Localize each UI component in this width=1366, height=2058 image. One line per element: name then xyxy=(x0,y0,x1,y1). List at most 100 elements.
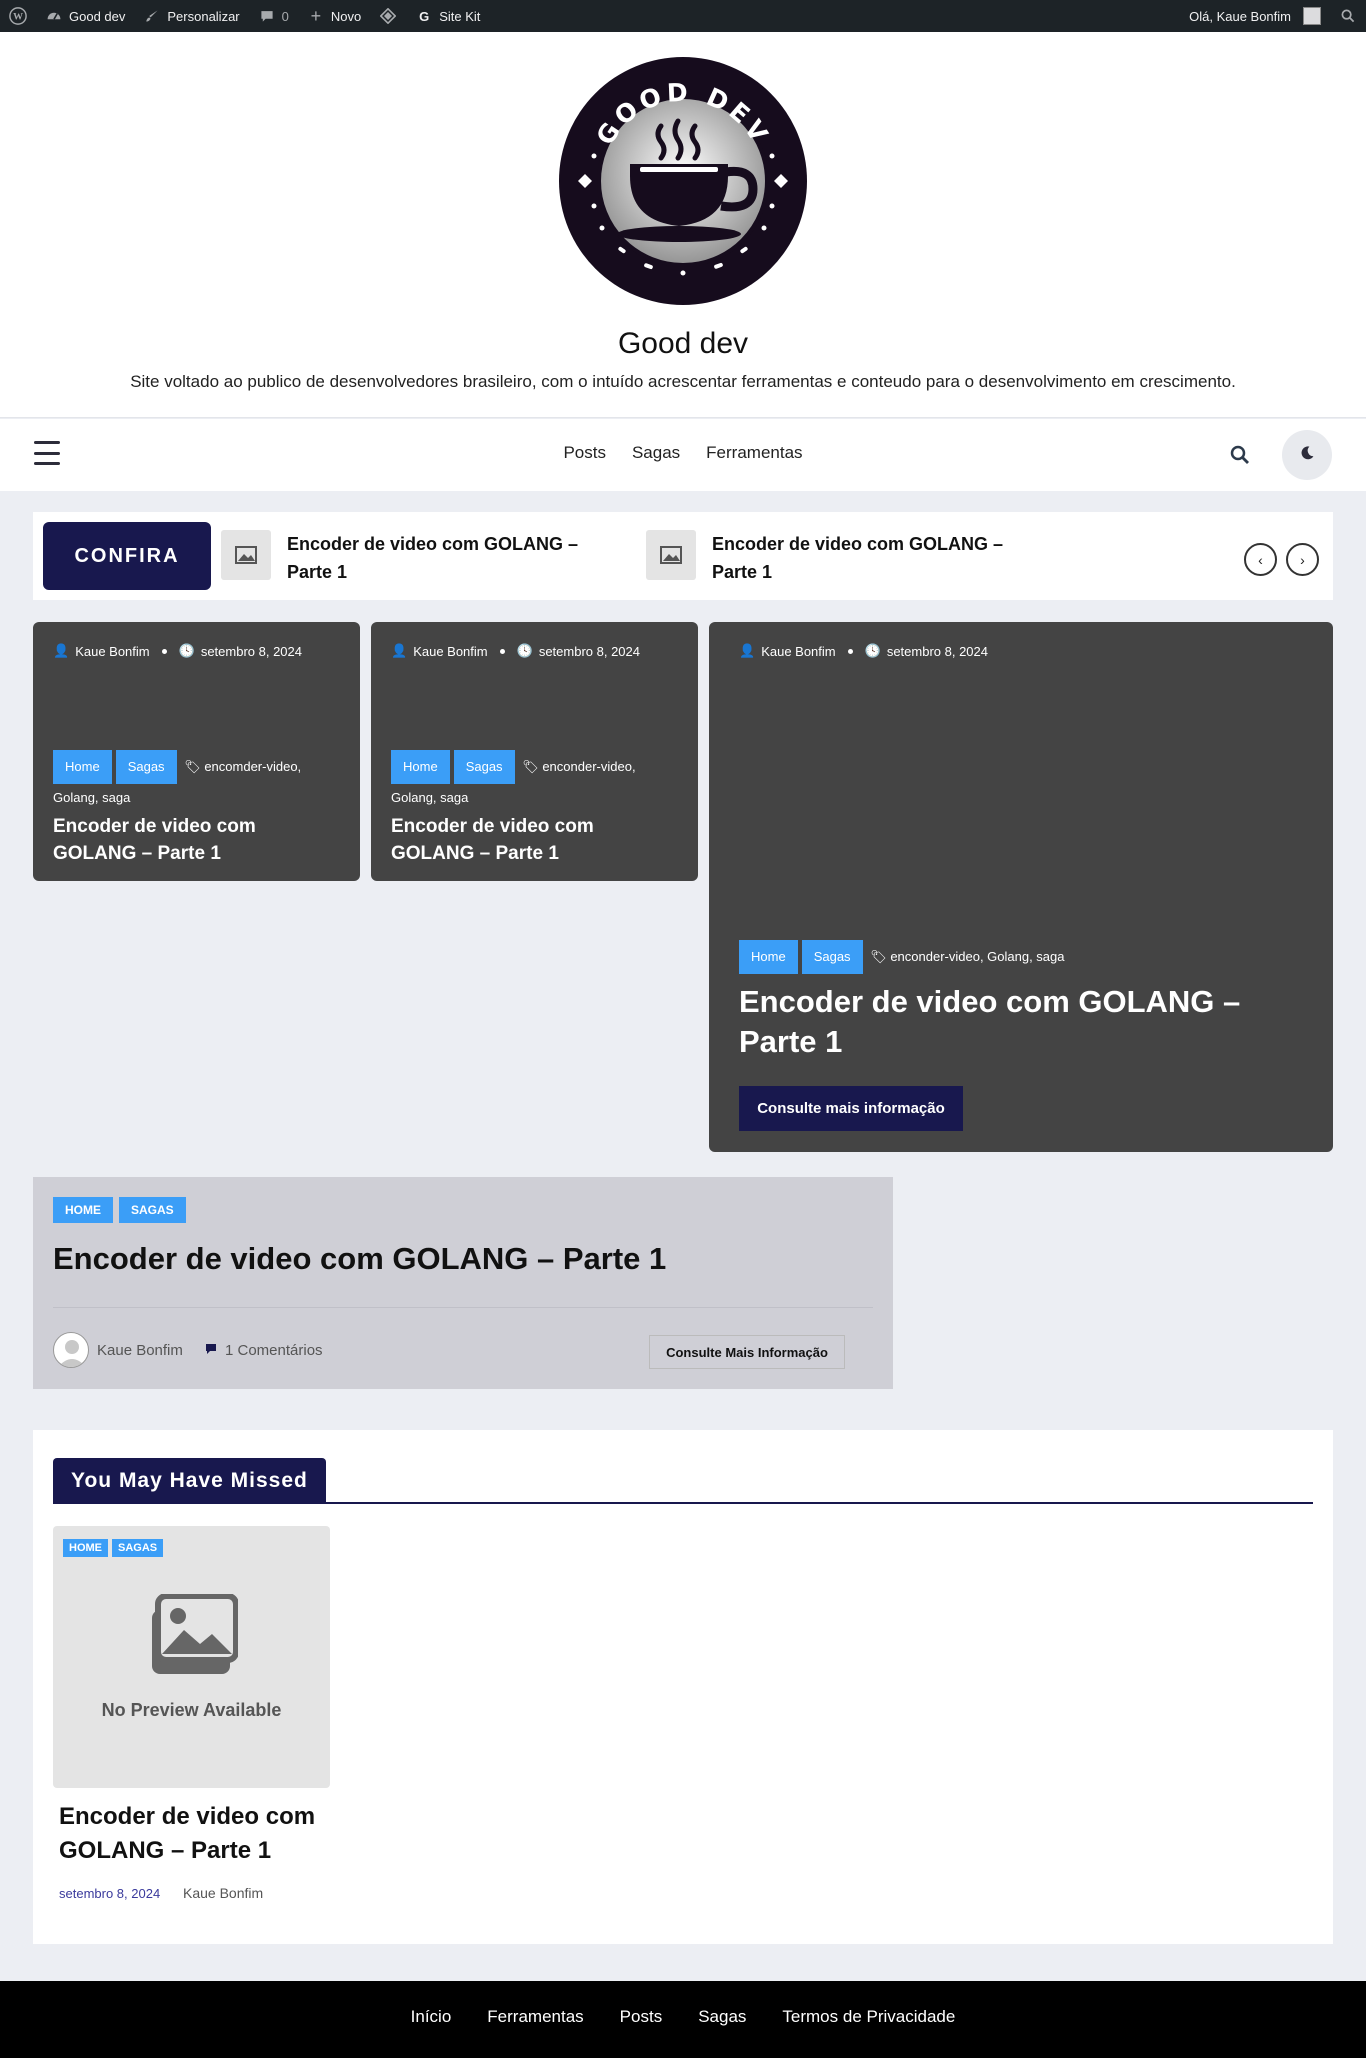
category-badge[interactable]: HOME xyxy=(53,1197,113,1223)
customize-link[interactable]: Personalizar xyxy=(134,0,248,32)
site-name-link[interactable]: Good dev xyxy=(36,0,134,32)
post-taxonomy: Home Sagas 🏷 enconder-video, Golang, saga xyxy=(739,940,1065,974)
site-logo[interactable]: GOOD DEV xyxy=(558,56,808,306)
ticker-label: CONFIRA xyxy=(43,522,211,590)
svg-text:W: W xyxy=(13,12,23,23)
dark-mode-toggle[interactable] xyxy=(1282,430,1332,480)
post-card[interactable]: 👤 Kaue Bonfim 🕓 setembro 8, 2024 Home Sag… xyxy=(33,622,360,881)
post-date[interactable]: setembro 8, 2024 xyxy=(887,644,988,659)
ticker-item-title: Encoder de video com GOLANG – Parte 1 xyxy=(712,534,1004,582)
ticker-item[interactable]: Encoder de video com GOLANG – Parte 1 xyxy=(646,530,1046,586)
post-title[interactable]: Encoder de video com GOLANG – Parte 1 xyxy=(739,982,1259,1062)
clock-icon: 🕓 xyxy=(864,643,881,658)
footer-link-ferramentas[interactable]: Ferramentas xyxy=(487,2007,583,2027)
category-badge[interactable]: SAGAS xyxy=(112,1539,164,1557)
read-more-button[interactable]: Consulte mais informação xyxy=(739,1086,963,1131)
category-badge[interactable]: Home xyxy=(391,750,450,784)
post-meta: 👤 Kaue Bonfim 🕓 setembro 8, 2024 xyxy=(739,643,988,659)
greeting-label: Olá, Kaue Bonfim xyxy=(1189,8,1291,24)
author-avatar[interactable] xyxy=(53,1332,89,1368)
comment-icon xyxy=(258,7,276,25)
sitekit-link[interactable]: G Site Kit xyxy=(406,0,489,32)
post-author[interactable]: Kaue Bonfim xyxy=(97,1342,183,1359)
brush-icon xyxy=(143,7,161,25)
comments-count: 1 Comentários xyxy=(225,1342,323,1359)
clock-icon: 🕓 xyxy=(178,643,195,658)
nav-menu: Posts Sagas Ferramentas xyxy=(0,443,1366,463)
nav-item-ferramentas[interactable]: Ferramentas xyxy=(706,443,802,463)
post-card-featured[interactable]: 👤 Kaue Bonfim 🕓 setembro 8, 2024 Home Sag… xyxy=(709,622,1333,1152)
category-badge[interactable]: SAGAS xyxy=(119,1197,186,1223)
site-name-label: Good dev xyxy=(69,8,126,24)
nav-item-sagas[interactable]: Sagas xyxy=(632,443,680,463)
missed-section: You May Have Missed HOME SAGAS No Preview… xyxy=(33,1430,1333,1944)
post-taxonomy: Home Sagas 🏷 encomder-video, Golang, saga xyxy=(53,750,343,812)
user-icon: 👤 xyxy=(53,643,70,658)
clock-icon: 🕓 xyxy=(516,643,533,658)
ticker-item-title: Encoder de video com GOLANG – Parte 1 xyxy=(287,534,579,582)
post-date[interactable]: setembro 8, 2024 xyxy=(59,1886,160,1901)
post-date[interactable]: setembro 8, 2024 xyxy=(201,644,302,659)
site-title[interactable]: Good dev xyxy=(0,327,1366,361)
search-icon[interactable] xyxy=(1230,445,1250,465)
footer-link-privacy[interactable]: Termos de Privacidade xyxy=(782,2007,955,2027)
category-badge[interactable]: Sagas xyxy=(115,750,177,784)
news-ticker: CONFIRA Encoder de video com GOLANG – Pa… xyxy=(33,512,1333,600)
category-badge[interactable]: HOME xyxy=(63,1539,108,1557)
ticker-prev-button[interactable]: ‹ xyxy=(1244,543,1277,576)
footer-link-posts[interactable]: Posts xyxy=(620,2007,663,2027)
post-author[interactable]: Kaue Bonfim xyxy=(183,1885,263,1901)
wordpress-logo-button[interactable]: W xyxy=(0,0,36,32)
heading-underline xyxy=(53,1502,1313,1504)
comment-icon xyxy=(205,1342,217,1359)
sitekit-label: Site Kit xyxy=(439,8,481,24)
nav-item-posts[interactable]: Posts xyxy=(563,443,606,463)
post-title[interactable]: Encoder de video com GOLANG – Parte 1 xyxy=(53,1241,666,1277)
post-date[interactable]: setembro 8, 2024 xyxy=(539,644,640,659)
ticker-item[interactable]: Encoder de video com GOLANG – Parte 1 xyxy=(221,530,621,586)
comments-link[interactable]: 0 xyxy=(249,0,298,32)
divider xyxy=(53,1307,873,1308)
post-title[interactable]: Encoder de video com GOLANG – Parte 1 xyxy=(53,813,313,867)
comments-link[interactable]: 1 Comentários xyxy=(205,1342,323,1359)
wordpress-icon: W xyxy=(9,7,27,25)
post-title[interactable]: Encoder de video com GOLANG – Parte 1 xyxy=(59,1800,329,1868)
post-meta: 👤 Kaue Bonfim 🕓 setembro 8, 2024 xyxy=(53,643,302,659)
chevron-left-icon: ‹ xyxy=(1258,551,1263,568)
post-card[interactable]: 👤 Kaue Bonfim 🕓 setembro 8, 2024 Home Sag… xyxy=(371,622,698,881)
user-icon: 👤 xyxy=(739,643,756,658)
chevron-right-icon: › xyxy=(1300,551,1305,568)
category-badge[interactable]: Home xyxy=(739,940,798,974)
category-badge[interactable]: Sagas xyxy=(453,750,515,784)
post-author[interactable]: Kaue Bonfim xyxy=(75,644,149,659)
new-content-link[interactable]: + Novo xyxy=(298,0,370,32)
post-thumbnail[interactable]: HOME SAGAS No Preview Available xyxy=(53,1526,330,1788)
moon-icon xyxy=(1299,445,1315,466)
category-badge[interactable]: Sagas xyxy=(801,940,863,974)
meta-separator xyxy=(847,648,853,654)
read-more-button[interactable]: Consulte Mais Informação xyxy=(649,1335,845,1369)
comments-count: 0 xyxy=(281,8,289,24)
no-preview-label: No Preview Available xyxy=(101,1700,282,1720)
footer-link-sagas[interactable]: Sagas xyxy=(698,2007,746,2027)
google-g-icon: G xyxy=(419,8,430,24)
image-placeholder-icon xyxy=(146,1593,239,1683)
ticker-next-button[interactable]: › xyxy=(1286,543,1319,576)
my-account-link[interactable]: Olá, Kaue Bonfim xyxy=(1180,0,1330,32)
post-categories: HOME SAGAS xyxy=(63,1538,167,1557)
post-list-item: HOME SAGAS Encoder de video com GOLANG – … xyxy=(33,1177,893,1389)
user-avatar xyxy=(1303,7,1321,25)
plugin-diamond-link[interactable] xyxy=(370,0,406,32)
footer-link-inicio[interactable]: Início xyxy=(411,2007,452,2027)
admin-search-button[interactable] xyxy=(1330,0,1366,32)
section-heading: You May Have Missed xyxy=(53,1458,326,1504)
image-placeholder-icon xyxy=(646,530,696,580)
diamond-icon xyxy=(379,7,397,25)
image-placeholder-icon xyxy=(221,530,271,580)
category-badge[interactable]: Home xyxy=(53,750,112,784)
meta-separator xyxy=(161,648,167,654)
post-tags[interactable]: enconder-video, Golang, saga xyxy=(890,949,1064,964)
post-author[interactable]: Kaue Bonfim xyxy=(413,644,487,659)
post-author[interactable]: Kaue Bonfim xyxy=(761,644,835,659)
post-title[interactable]: Encoder de video com GOLANG – Parte 1 xyxy=(391,813,651,867)
